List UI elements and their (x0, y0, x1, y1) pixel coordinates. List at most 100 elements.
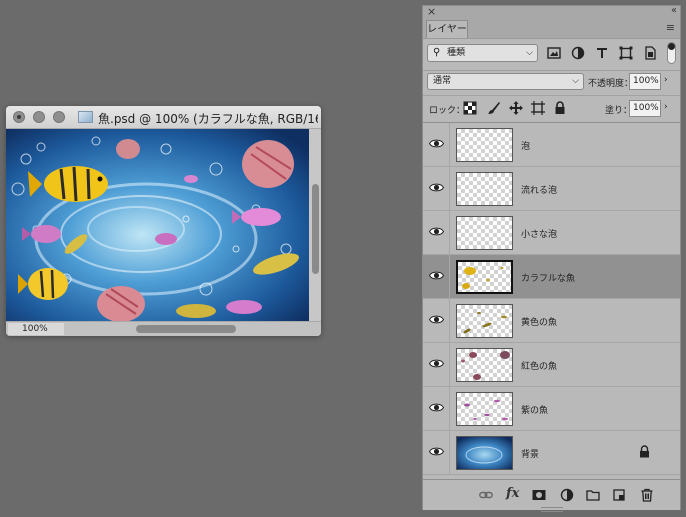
lock-icon[interactable] (639, 445, 650, 458)
fx-icon[interactable]: fx (506, 486, 519, 501)
tab-layers[interactable]: レイヤー (426, 20, 468, 38)
eye-icon (429, 139, 444, 148)
layers-panel: × ‹‹ レイヤー ≡ ⚲ 種類 ⌵ 通常 ⌵ 不透明度： 100% › ロック… (422, 5, 681, 512)
lock-label: ロック： (429, 106, 466, 116)
new-layer-icon[interactable] (612, 488, 626, 502)
layer-row-purple-fish[interactable]: 紫の魚 (423, 387, 680, 431)
add-mask-icon[interactable] (532, 488, 546, 502)
visibility-toggle[interactable] (423, 299, 450, 342)
document-titlebar[interactable]: 魚.psd @ 100% (カラフルな魚, RGB/16... (6, 106, 321, 129)
status-bar: 100% (6, 321, 321, 336)
trash-icon[interactable] (640, 488, 654, 502)
layer-name[interactable]: 流れる泡 (521, 183, 557, 196)
layer-row-background[interactable]: 背景 (423, 431, 680, 475)
layer-row-red-fish[interactable]: 紅色の魚 (423, 343, 680, 387)
vertical-scroll-thumb[interactable] (312, 184, 319, 274)
layer-name[interactable]: 背景 (521, 447, 539, 460)
fill-label: 塗り： (605, 106, 633, 116)
document-thumbnail-icon (78, 111, 93, 123)
panel-resize-grip[interactable] (541, 507, 563, 512)
horizontal-scroll-thumb[interactable] (136, 325, 236, 333)
opacity-field[interactable]: 100% (629, 73, 661, 90)
layer-thumbnail (456, 304, 513, 338)
layer-filter-row: ⚲ 種類 ⌵ (423, 42, 680, 66)
eye-icon (429, 315, 444, 324)
layer-list[interactable]: 泡 流れる泡 小さな泡 カラフルな魚 黄色の魚 紅色の魚 紫の魚 背景 (423, 122, 680, 476)
adjustment-layer-icon[interactable] (560, 488, 574, 502)
visibility-toggle[interactable] (423, 123, 450, 166)
image-filter-icon[interactable] (547, 46, 561, 60)
lock-artboard-icon[interactable] (531, 101, 545, 115)
layer-row-bubbles[interactable]: 泡 (423, 123, 680, 167)
layer-row-colorful-fish[interactable]: カラフルな魚 (423, 255, 680, 299)
eye-icon (429, 227, 444, 236)
filter-kind-label: 種類 (447, 48, 466, 58)
panel-tab-bar: レイヤー ≡ (423, 19, 680, 39)
layer-name[interactable]: 泡 (521, 139, 530, 152)
eye-icon (429, 403, 444, 412)
layer-name[interactable]: 紅色の魚 (521, 359, 557, 372)
window-close-button[interactable] (13, 111, 25, 123)
visibility-toggle[interactable] (423, 255, 450, 298)
link-layers-icon[interactable] (479, 488, 493, 502)
visibility-toggle[interactable] (423, 387, 450, 430)
chevron-down-icon: ⌵ (572, 76, 579, 86)
layer-thumbnail (456, 260, 513, 294)
fill-field[interactable]: 100% (629, 100, 661, 117)
layer-thumbnail (456, 216, 513, 250)
lock-image-pixels-icon[interactable] (487, 101, 501, 115)
red-fish-thumbnail (461, 351, 510, 380)
fill-dropdown-icon[interactable]: › (664, 102, 668, 112)
smart-object-filter-icon[interactable] (643, 46, 657, 60)
layer-thumbnail (456, 172, 513, 206)
layer-name[interactable]: カラフルな魚 (521, 271, 575, 284)
underwater-fish-artwork (6, 129, 309, 321)
layer-thumbnail (456, 436, 513, 470)
visibility-toggle[interactable] (423, 211, 450, 254)
panel-footer: fx (423, 479, 680, 512)
layer-row-yellow-fish[interactable]: 黄色の魚 (423, 299, 680, 343)
group-folder-icon[interactable] (586, 488, 600, 502)
colorful-fish-thumbnail (462, 267, 504, 289)
adjustment-filter-icon[interactable] (571, 46, 585, 60)
layer-thumbnail (456, 348, 513, 382)
eye-icon (429, 183, 444, 192)
document-canvas[interactable] (6, 129, 309, 321)
panel-header-strip: × ‹‹ (423, 5, 680, 19)
layer-thumbnail (456, 392, 513, 426)
window-zoom-button[interactable] (53, 111, 65, 123)
close-icon[interactable]: × (427, 5, 436, 18)
lock-all-icon[interactable] (553, 101, 567, 115)
collapse-icon[interactable]: ‹‹ (671, 5, 677, 16)
panel-menu-icon[interactable]: ≡ (666, 21, 675, 34)
visibility-toggle[interactable] (423, 167, 450, 210)
window-minimize-button[interactable] (33, 111, 45, 123)
shape-filter-icon[interactable] (619, 46, 633, 60)
layer-name[interactable]: 小さな泡 (521, 227, 557, 240)
layer-thumbnail (456, 128, 513, 162)
chevron-down-icon: ⌵ (526, 48, 533, 58)
layer-row-flowing-bubbles[interactable]: 流れる泡 (423, 167, 680, 211)
yellow-fish-thumbnail (463, 312, 507, 334)
lock-transparent-pixels-icon[interactable] (463, 101, 477, 115)
layer-name[interactable]: 紫の魚 (521, 403, 548, 416)
filter-toggle-icon[interactable] (667, 42, 676, 64)
blend-mode-value: 通常 (433, 76, 452, 86)
document-window[interactable]: 魚.psd @ 100% (カラフルな魚, RGB/16... 100% (6, 106, 321, 336)
vertical-scrollbar[interactable] (309, 129, 321, 321)
visibility-toggle[interactable] (423, 343, 450, 386)
layer-row-small-bubbles[interactable]: 小さな泡 (423, 211, 680, 255)
visibility-toggle[interactable] (423, 431, 450, 474)
blend-mode-select[interactable]: 通常 ⌵ (427, 73, 584, 90)
opacity-dropdown-icon[interactable]: › (664, 75, 668, 85)
background-thumbnail (457, 437, 512, 469)
lock-position-icon[interactable] (509, 101, 523, 115)
document-title: 魚.psd @ 100% (カラフルな魚, RGB/16... (98, 112, 318, 126)
lock-row: ロック： 塗り： 100% › (423, 95, 680, 121)
zoom-level-field[interactable]: 100% (8, 323, 64, 335)
filter-kind-select[interactable]: ⚲ 種類 ⌵ (427, 44, 538, 62)
eye-icon (429, 271, 444, 280)
type-filter-icon[interactable] (595, 46, 609, 60)
search-icon: ⚲ (433, 47, 441, 58)
layer-name[interactable]: 黄色の魚 (521, 315, 557, 328)
